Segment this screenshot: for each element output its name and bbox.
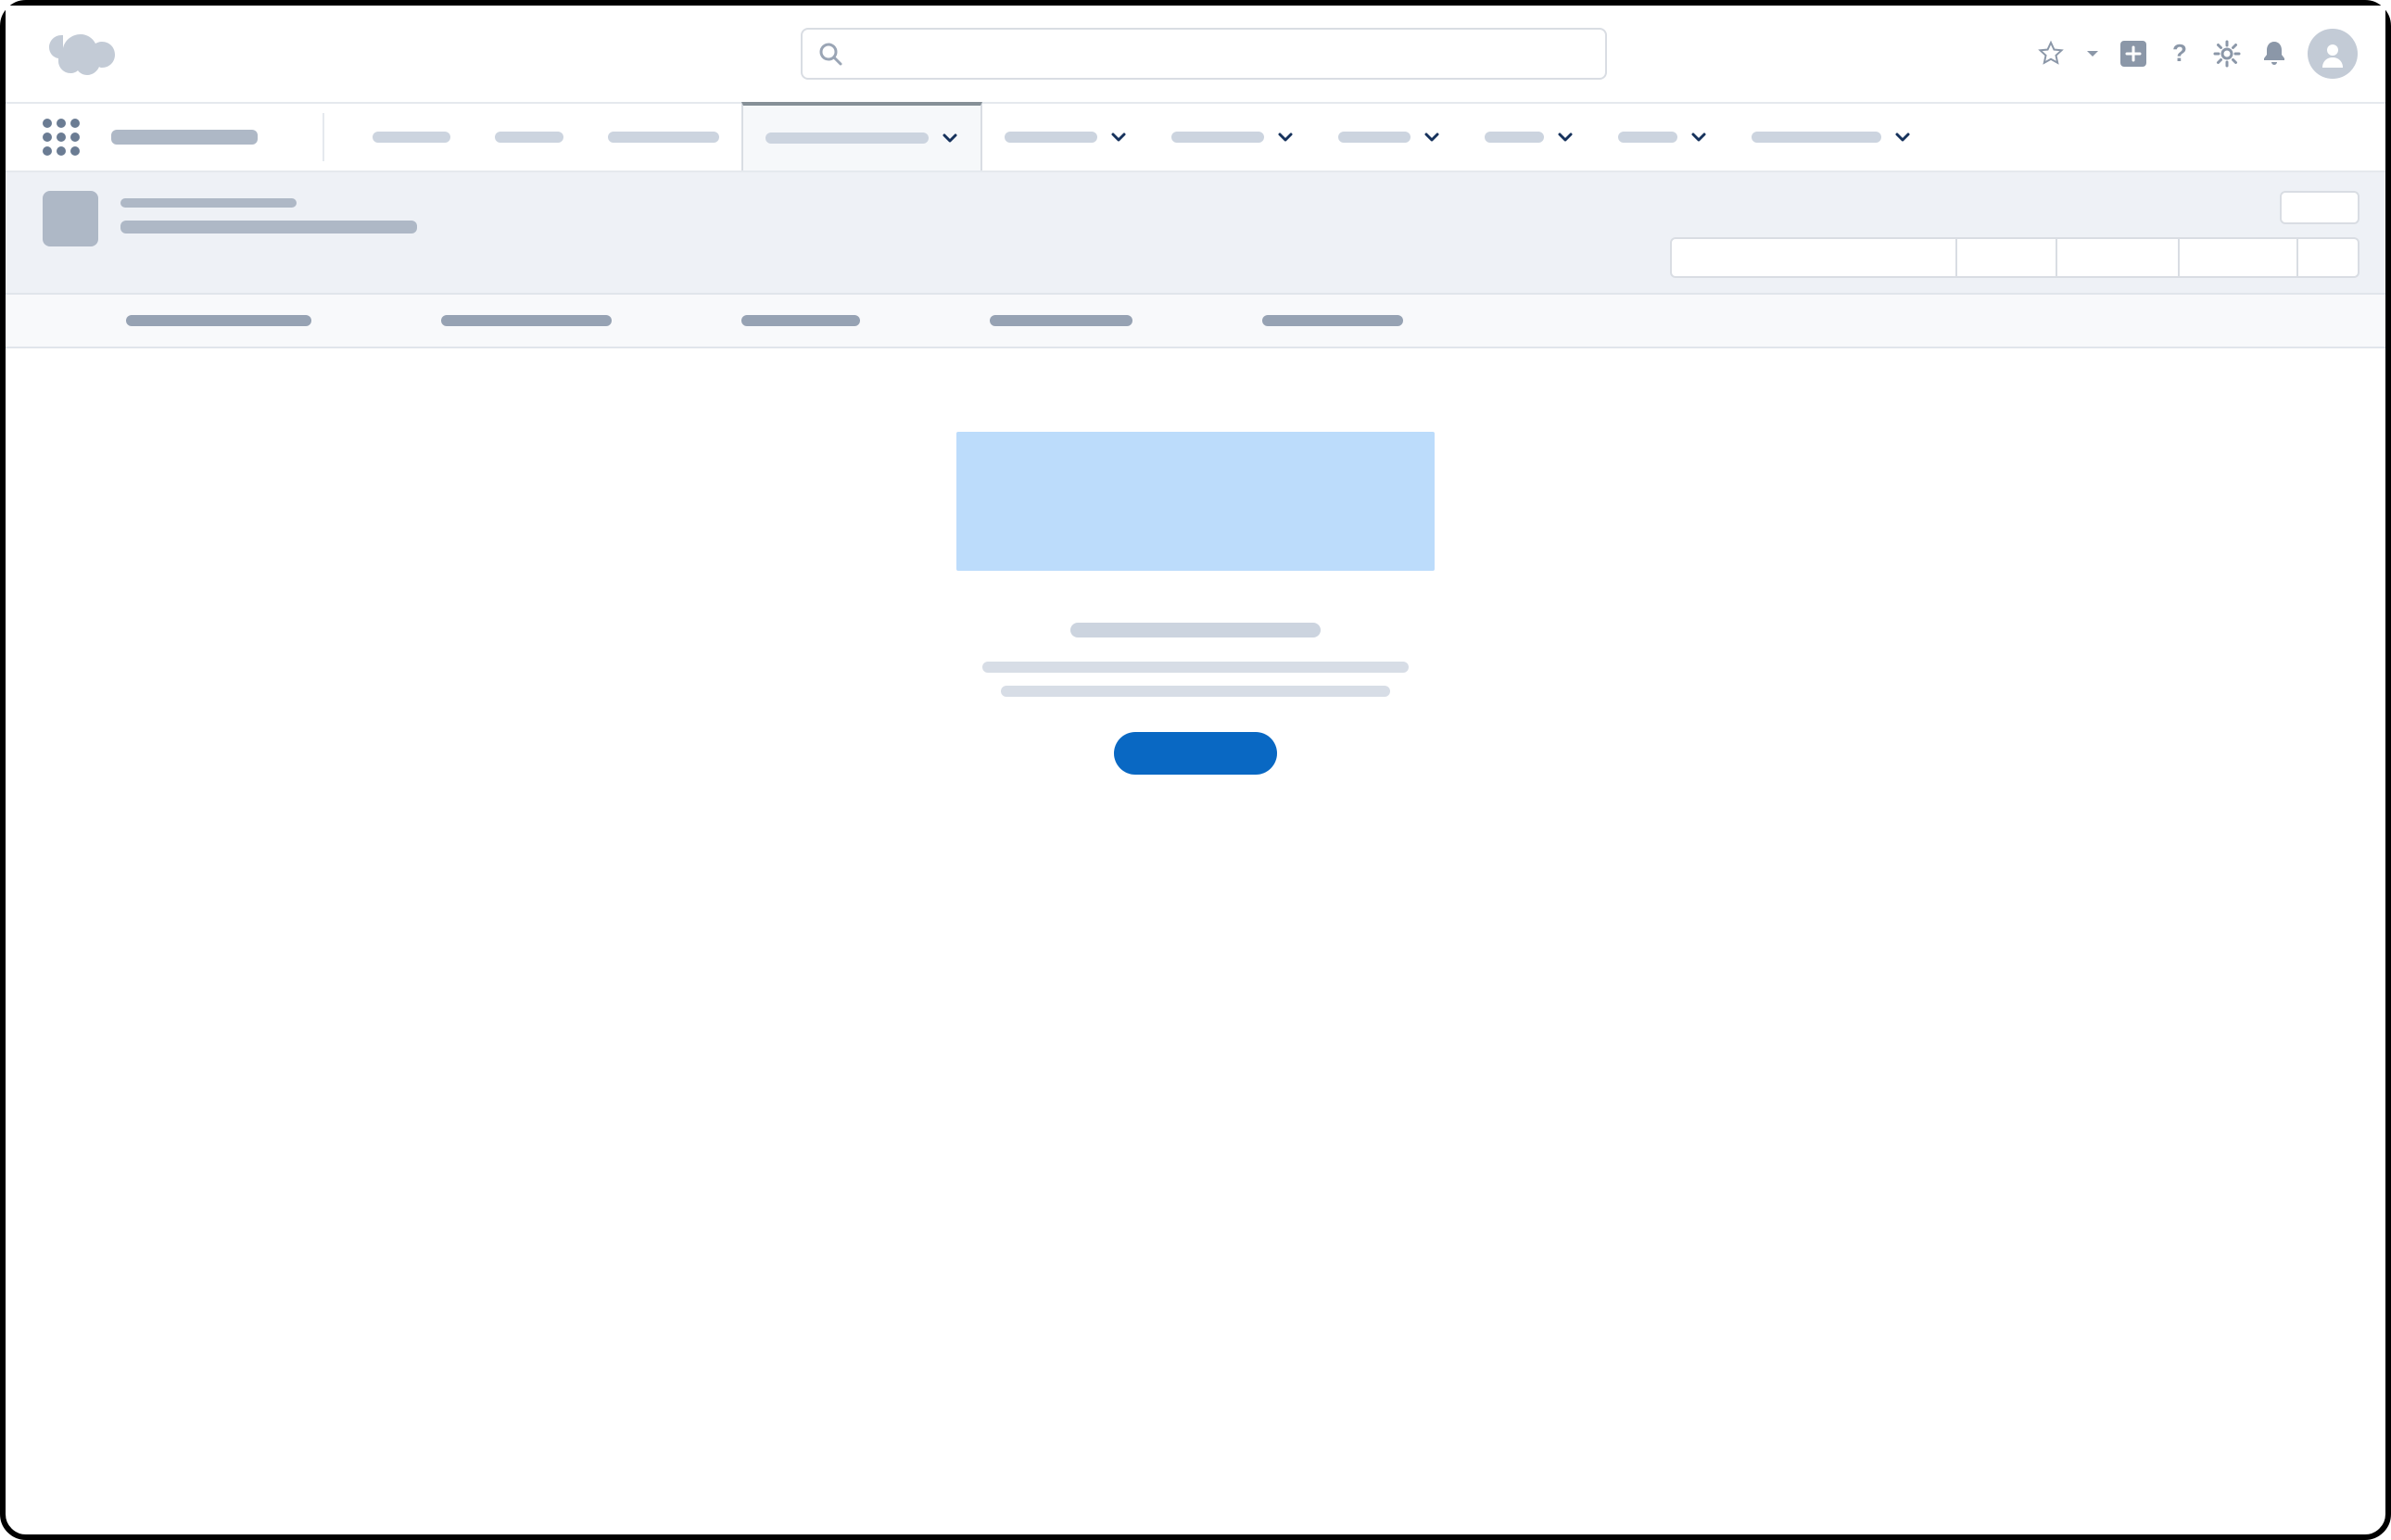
record-action-2[interactable] — [2057, 237, 2180, 278]
chevron-down-icon[interactable] — [1277, 129, 1294, 145]
chevron-down-icon[interactable] — [1557, 129, 1574, 145]
nav-tab-label — [1485, 132, 1544, 143]
search-input[interactable] — [853, 44, 1590, 65]
record-action-1[interactable] — [1957, 237, 2057, 278]
help-icon[interactable]: ? — [2167, 41, 2193, 67]
nav-tab-label — [608, 132, 719, 143]
empty-state-text-1 — [982, 662, 1409, 673]
nav-tab-3[interactable] — [741, 102, 982, 170]
record-action-0[interactable] — [1670, 237, 1957, 278]
record-header — [6, 172, 2385, 295]
notifications-bell-icon[interactable] — [2261, 40, 2287, 68]
chevron-down-icon[interactable] — [1894, 129, 1911, 145]
search-icon — [817, 41, 843, 67]
nav-tab-4[interactable] — [982, 104, 1149, 170]
record-tab-0[interactable] — [126, 315, 311, 326]
header-utilities: ? — [2037, 29, 2358, 79]
salesforce-cloud-icon — [43, 30, 115, 78]
nav-tab-8[interactable] — [1596, 104, 1729, 170]
record-tabs — [6, 295, 2385, 348]
chevron-down-icon[interactable] — [942, 130, 958, 146]
record-action-3[interactable] — [2180, 237, 2298, 278]
nav-tab-7[interactable] — [1462, 104, 1596, 170]
nav-tab-label — [1171, 132, 1264, 143]
follow-button[interactable] — [2280, 191, 2359, 224]
global-header: ? — [6, 6, 2385, 104]
app-launcher-icon — [43, 119, 80, 156]
app-name — [111, 130, 258, 145]
global-actions-icon[interactable] — [2120, 41, 2146, 67]
record-object-icon — [43, 191, 98, 246]
nav-tab-2[interactable] — [586, 104, 741, 170]
nav-tab-5[interactable] — [1149, 104, 1316, 170]
chevron-down-icon[interactable] — [1690, 129, 1707, 145]
nav-tab-1[interactable] — [473, 104, 586, 170]
record-tab-4[interactable] — [1262, 315, 1403, 326]
chevron-down-icon[interactable] — [1110, 129, 1127, 145]
record-name — [120, 221, 417, 234]
empty-state-title — [1070, 623, 1321, 637]
nav-tab-9[interactable] — [1729, 104, 1933, 170]
nav-separator — [323, 113, 324, 161]
nav-tab-label — [1752, 132, 1881, 143]
nav-tab-label — [765, 133, 929, 144]
favorites-icon[interactable] — [2037, 40, 2065, 68]
nav-tab-label — [1338, 132, 1411, 143]
record-tab-2[interactable] — [741, 315, 860, 326]
nav-tab-0[interactable] — [350, 104, 473, 170]
global-search[interactable] — [801, 28, 1607, 80]
record-object-label — [120, 198, 297, 208]
empty-state-text-2 — [1001, 686, 1390, 697]
record-tab-3[interactable] — [990, 315, 1132, 326]
nav-tab-6[interactable] — [1316, 104, 1462, 170]
nav-tab-label — [495, 132, 563, 143]
nav-tab-label — [1005, 132, 1097, 143]
record-action-4[interactable] — [2298, 237, 2359, 278]
empty-state-illustration — [956, 432, 1435, 571]
nav-tab-label — [373, 132, 450, 143]
app-nav-bar — [6, 104, 2385, 172]
svg-text:?: ? — [2172, 41, 2187, 67]
user-avatar[interactable] — [2308, 29, 2358, 79]
setup-gear-icon[interactable] — [2213, 40, 2241, 68]
app-launcher-button[interactable] — [43, 104, 289, 170]
chevron-down-icon[interactable] — [1423, 129, 1440, 145]
record-body — [6, 348, 2385, 775]
empty-state — [955, 432, 1436, 775]
nav-tab-label — [1618, 132, 1677, 143]
empty-state-cta-button[interactable] — [1114, 732, 1277, 775]
favorites-chevron-icon[interactable] — [2085, 46, 2100, 61]
record-tab-1[interactable] — [441, 315, 612, 326]
